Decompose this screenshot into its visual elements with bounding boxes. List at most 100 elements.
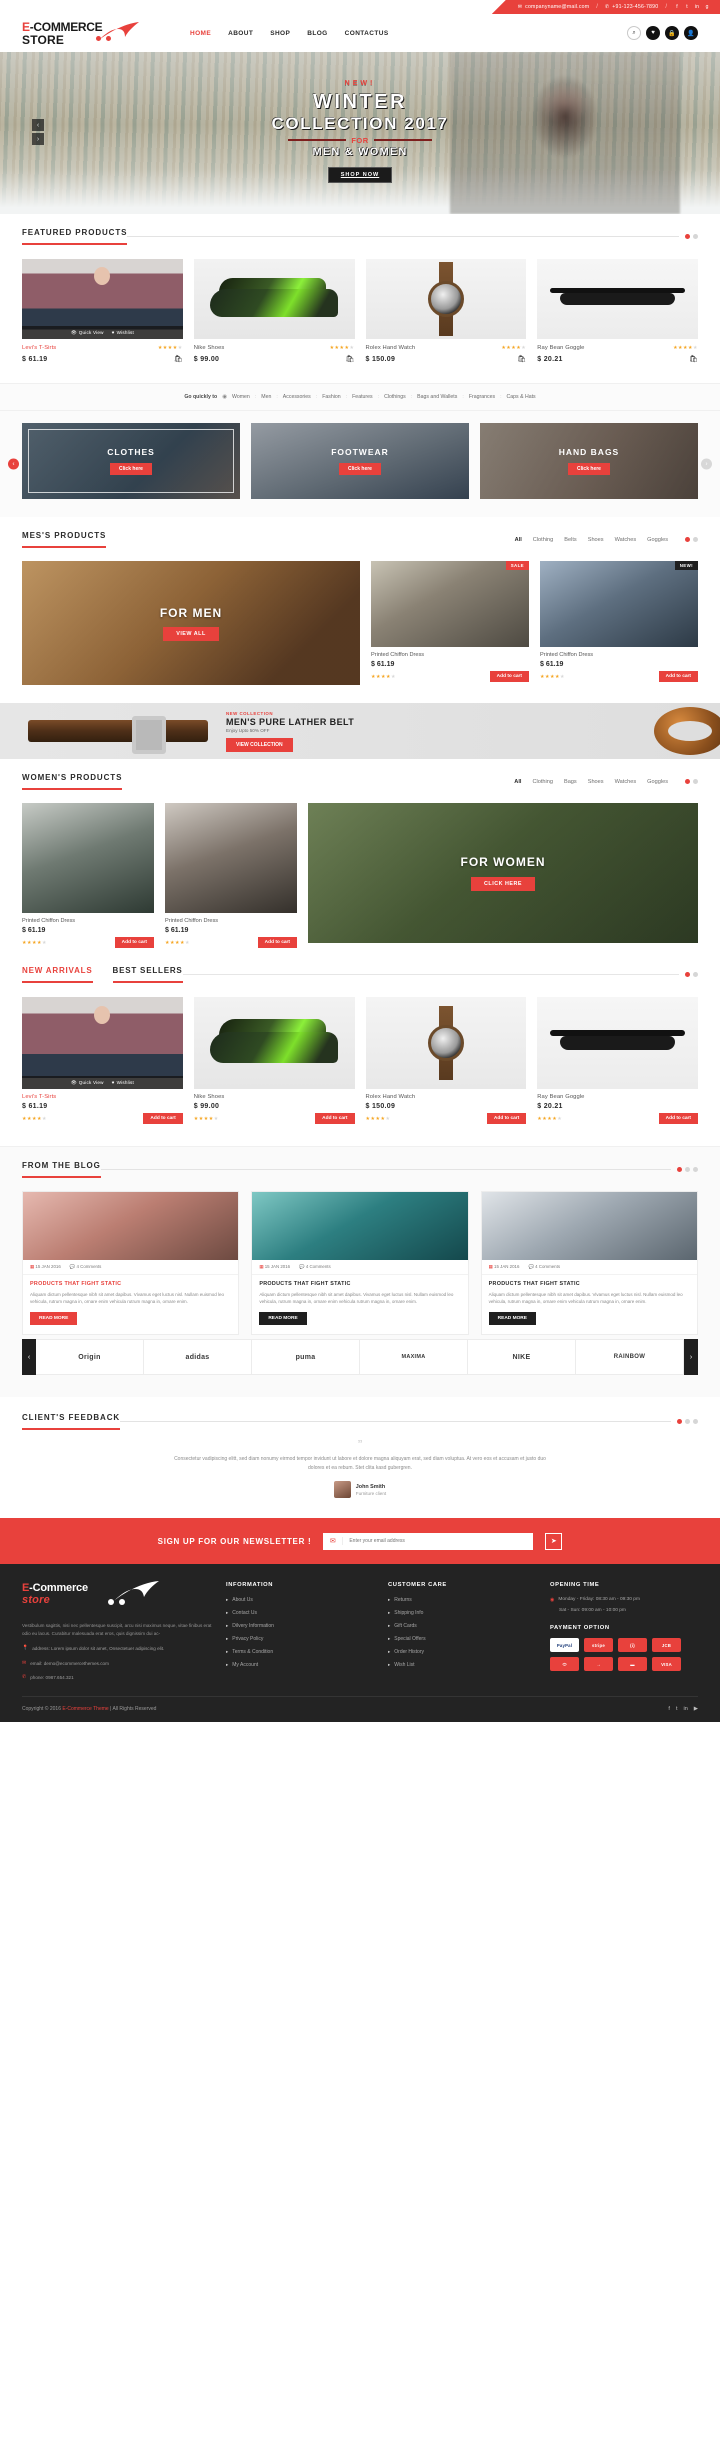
add-to-cart-button[interactable]: Add to cart — [114, 937, 154, 948]
quick-nav-item-bags[interactable]: Bags and Wallets — [417, 394, 457, 400]
footer-link-returns[interactable]: ▸ Returns — [388, 1597, 536, 1603]
brand-logo-origin[interactable]: Origin — [36, 1339, 144, 1375]
product-card[interactable]: 👁 Quick View ♥ Wishlist Levi's T-Sirts $… — [22, 997, 183, 1124]
arrivals-carousel-dots[interactable] — [685, 972, 698, 977]
product-image[interactable] — [193, 259, 355, 339]
add-to-cart-button[interactable]: Add to cart — [315, 1113, 355, 1124]
nav-item-contactus[interactable]: CONTACTUS — [345, 30, 389, 37]
blog-post-title[interactable]: PRODUCTS THAT FIGHT STATIC — [23, 1275, 238, 1287]
footer-link-terms-condition[interactable]: ▸ Terms & Condition — [226, 1649, 374, 1655]
blog-card[interactable]: ▦ 15 JAN 2016 💬 4 Comments PRODUCTS THAT… — [251, 1191, 469, 1335]
blog-post-title[interactable]: PRODUCTS THAT FIGHT STATIC — [252, 1275, 467, 1287]
add-to-cart-button[interactable]: Add to cart — [658, 671, 698, 682]
brand-logo-nike[interactable]: NIKE — [468, 1339, 576, 1375]
quick-nav-item-caps[interactable]: Caps & Hats — [507, 394, 536, 400]
product-image[interactable] — [537, 259, 698, 339]
brand-next-button[interactable]: › — [684, 1339, 698, 1375]
footer-link-gift-cards[interactable]: ▸ Gift Cards — [388, 1623, 536, 1629]
footer-email[interactable]: ✉ email: demo@ecommercethemes.com — [22, 1660, 212, 1668]
product-card[interactable]: Ray Bean Goggle ★★★★★ $ 20.21 🛍 — [537, 259, 698, 363]
search-icon[interactable]: ⌕ — [627, 26, 641, 40]
feedback-carousel-dots[interactable] — [677, 1419, 698, 1424]
footer-link-order-history[interactable]: ▸ Order History — [388, 1649, 536, 1655]
read-more-button[interactable]: READ MORE — [30, 1312, 78, 1325]
quick-nav-item-features[interactable]: Features — [352, 394, 372, 400]
tab-all[interactable]: All — [515, 537, 522, 543]
brand-logo-puma[interactable]: puma — [252, 1339, 360, 1375]
category-prev-button[interactable]: ‹ — [8, 458, 19, 470]
footer-link-my-account[interactable]: ▸ My Account — [226, 1662, 374, 1668]
facebook-icon[interactable]: f — [668, 1706, 670, 1712]
quick-nav-item-women[interactable]: Women — [232, 394, 250, 400]
brand-logo-rainbow[interactable]: RAINBOW — [576, 1339, 684, 1375]
cart-bag-icon[interactable]: 🛍 — [689, 355, 698, 363]
twitter-icon[interactable]: t — [676, 1706, 678, 1712]
tab-all[interactable]: All — [514, 779, 521, 785]
blog-card[interactable]: ▦ 15 JAN 2016 💬 4 Comments PRODUCTS THAT… — [480, 1191, 698, 1335]
footer-phone[interactable]: ✆ phone: 0987.654.321 — [22, 1674, 212, 1682]
brand-logo-adidas[interactable]: adidas — [144, 1339, 252, 1375]
user-icon[interactable]: 👤 — [684, 26, 698, 40]
add-to-cart-button[interactable]: Add to cart — [486, 1113, 527, 1124]
blog-card[interactable]: ▦ 15 JAN 2016 💬 4 Comments PRODUCTS THAT… — [22, 1191, 240, 1335]
tab-clothing[interactable]: Clothing — [532, 779, 553, 785]
category-tile-footwear[interactable]: FOOTWEAR Click here — [251, 423, 469, 499]
product-card[interactable]: Nike Shoes $ 99.00 ★★★★★ Add to cart — [193, 997, 355, 1124]
quick-nav-item-clothings[interactable]: Clothings — [384, 394, 406, 400]
product-image[interactable] — [365, 259, 527, 339]
add-to-cart-button[interactable]: Add to cart — [257, 937, 297, 948]
brand-logo-maxima[interactable]: MAXIMA — [360, 1339, 468, 1375]
womens-carousel-dots[interactable] — [685, 779, 698, 784]
product-image[interactable] — [165, 803, 297, 913]
product-card[interactable]: Printed Chiffon Dress $ 61.19 ★★★★★ Add … — [165, 803, 297, 948]
best-sellers-title[interactable]: BEST SELLERS — [112, 966, 183, 983]
maestro-icon[interactable]: ▬ — [618, 1657, 647, 1671]
wishlist-button[interactable]: ♥ Wishlist — [112, 330, 134, 335]
category-button[interactable]: Click here — [110, 463, 152, 475]
view-all-button[interactable]: VIEW ALL — [163, 626, 219, 641]
quick-view-button[interactable]: 👁 Quick View — [71, 330, 104, 336]
brand-prev-button[interactable]: ‹ — [22, 1339, 36, 1375]
paypal-icon[interactable]: PayPal — [550, 1638, 579, 1652]
quick-nav-item-fashion[interactable]: Fashion — [322, 394, 340, 400]
linkedin-icon[interactable]: in — [683, 1706, 687, 1712]
footer-link-special-offers[interactable]: ▸ Special Offers — [388, 1636, 536, 1642]
product-image[interactable]: 👁 Quick View ♥ Wishlist — [22, 259, 183, 339]
blog-image[interactable] — [23, 1192, 239, 1260]
tab-bags[interactable]: Bags — [564, 779, 577, 785]
featured-carousel-dots[interactable] — [685, 234, 698, 239]
footer-link-dilvery-information[interactable]: ▸ Dilvery Information — [226, 1623, 374, 1629]
footer-link-shipping-info[interactable]: ▸ Shipping Info — [388, 1610, 536, 1616]
blog-image[interactable] — [252, 1192, 468, 1260]
facebook-icon[interactable]: f — [674, 4, 680, 10]
hero-next-button[interactable]: › — [32, 133, 44, 145]
logo[interactable]: E-COMMERCE STORE — [22, 20, 142, 46]
footer-link-privacy-policy[interactable]: ▸ Privacy Policy — [226, 1636, 374, 1642]
topbar-phone[interactable]: ✆ +91-123-456-7890 — [605, 4, 658, 10]
nav-item-about[interactable]: ABOUT — [228, 30, 253, 37]
cart-bag-icon[interactable]: 🛍 — [517, 355, 526, 363]
product-card[interactable]: SALE Printed Chiffon Dress $ 61.19 ★★★★★… — [371, 561, 529, 685]
product-image[interactable] — [365, 997, 527, 1089]
category-next-button[interactable]: › — [701, 458, 712, 470]
product-image[interactable] — [193, 997, 355, 1089]
tab-shoes[interactable]: Shoes — [588, 779, 604, 785]
tab-watches[interactable]: Watches — [615, 537, 637, 543]
twitter-icon[interactable]: t — [684, 4, 690, 10]
quick-nav-item-men[interactable]: Men — [261, 394, 271, 400]
mens-carousel-dots[interactable] — [685, 537, 698, 542]
category-tile-handbags[interactable]: HAND BAGS Click here — [480, 423, 698, 499]
product-card[interactable]: NEW! Printed Chiffon Dress $ 61.19 ★★★★★… — [540, 561, 698, 685]
nav-item-blog[interactable]: BLOG — [307, 30, 327, 37]
womens-promo-banner[interactable]: FOR WOMEN CLICK HERE — [308, 803, 698, 943]
shop-now-button[interactable]: SHOP NOW — [327, 166, 393, 183]
click-here-button[interactable]: CLICK HERE — [471, 877, 535, 891]
linkedin-icon[interactable]: in — [694, 4, 700, 10]
read-more-button[interactable]: READ MORE — [259, 1312, 307, 1325]
newsletter-submit-button[interactable]: ➤ — [545, 1532, 563, 1550]
mastercard-icon[interactable]: ⬭ — [550, 1657, 579, 1671]
product-card[interactable]: Rolex Hand Watch $ 150.09 ★★★★★ Add to c… — [365, 997, 527, 1124]
amex-icon[interactable]: → — [584, 1657, 613, 1671]
new-arrivals-title[interactable]: NEW ARRIVALS — [22, 966, 93, 983]
stripe-icon[interactable]: stripe — [584, 1638, 613, 1652]
